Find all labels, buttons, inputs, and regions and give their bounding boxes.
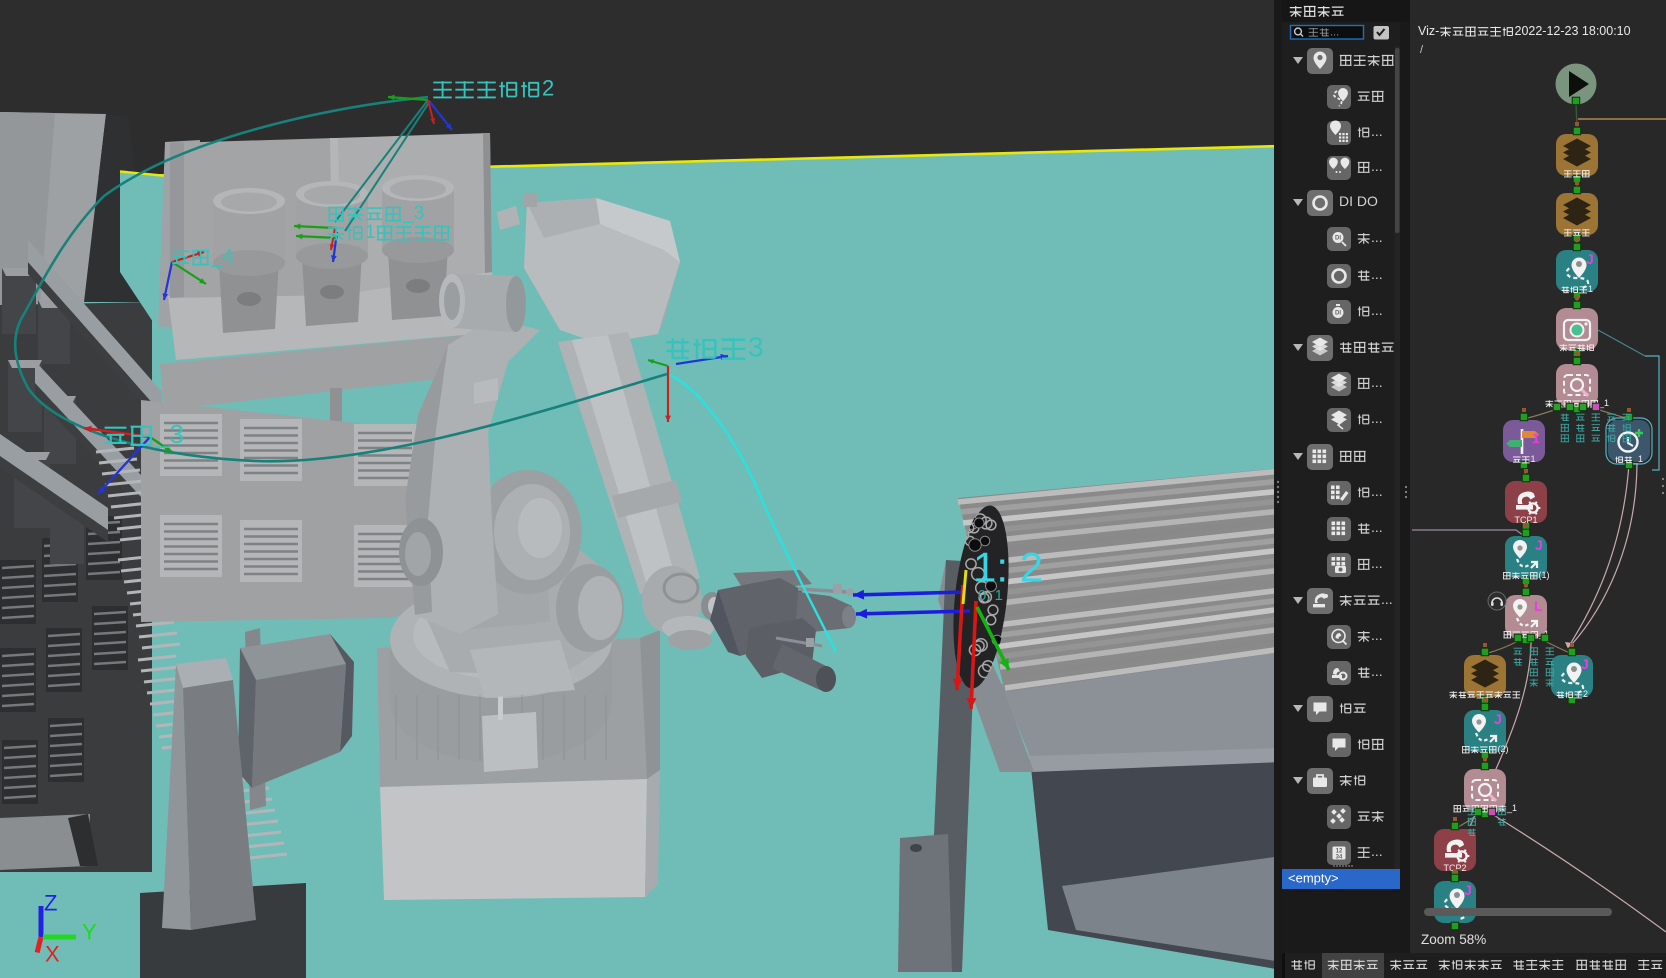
svg-text:...: ... [1371, 483, 1383, 499]
svg-text:Zoom 58%: Zoom 58% [1421, 932, 1486, 947]
svg-text:<empty>: <empty> [1288, 870, 1339, 885]
svg-text:34: 34 [1336, 855, 1343, 861]
svg-text:...: ... [1371, 302, 1383, 318]
svg-text:...: ... [1371, 555, 1383, 571]
svg-text:(2): (2) [1498, 744, 1509, 754]
svg-text:...: ... [1371, 663, 1383, 679]
svg-text:2022-12-23 18:00:10: 2022-12-23 18:00:10 [1515, 24, 1631, 38]
svg-text:_3: _3 [402, 203, 424, 224]
svg-text:(1): (1) [1539, 570, 1550, 580]
svg-text:1: 1 [365, 222, 376, 243]
svg-text:J: J [1535, 537, 1543, 553]
svg-text:...: ... [1371, 266, 1383, 282]
svg-text:L: L [1534, 598, 1543, 614]
svg-text:...: ... [1371, 627, 1383, 643]
svg-text:3: 3 [748, 331, 764, 362]
svg-text:DI DO: DI DO [1339, 193, 1378, 209]
svg-text:Y: Y [82, 920, 97, 945]
svg-text:J: J [1464, 882, 1472, 898]
svg-text:DI: DI [1335, 236, 1341, 242]
svg-text:...: ... [1371, 519, 1383, 535]
svg-text:2: 2 [542, 76, 554, 101]
svg-text:TCP1: TCP1 [1515, 515, 1538, 525]
svg-text:_1: _1 [1506, 803, 1517, 813]
svg-text:...: ... [1371, 229, 1383, 245]
svg-text:...: ... [1371, 843, 1383, 859]
svg-text:...: ... [1371, 158, 1383, 174]
svg-text:Z: Z [44, 891, 57, 916]
svg-text:1: 2: 1: 2 [973, 544, 1043, 591]
svg-text:J: J [1581, 656, 1589, 672]
svg-text:...: ... [1371, 123, 1383, 139]
svg-text:1: 1 [1532, 430, 1540, 446]
svg-text:Viz-: Viz- [1418, 24, 1439, 38]
svg-text:...: ... [1381, 591, 1393, 607]
svg-text:J: J [1586, 251, 1594, 267]
svg-text:J: J [1494, 711, 1502, 727]
svg-text:X: X [45, 942, 60, 967]
svg-text:_1: _1 [1632, 454, 1643, 464]
svg-text:1: 1 [1531, 454, 1536, 464]
svg-text:0. 1: 0. 1 [978, 587, 1003, 604]
svg-text:...: ... [1330, 26, 1339, 38]
svg-text:2: 2 [1583, 689, 1588, 699]
svg-text:_4: _4 [210, 246, 233, 268]
svg-text:DI: DI [1335, 311, 1341, 317]
svg-text:1: 1 [1588, 284, 1593, 294]
svg-text:_3: _3 [154, 419, 184, 449]
svg-text:...: ... [1371, 374, 1383, 390]
svg-text:...: ... [1371, 410, 1383, 426]
